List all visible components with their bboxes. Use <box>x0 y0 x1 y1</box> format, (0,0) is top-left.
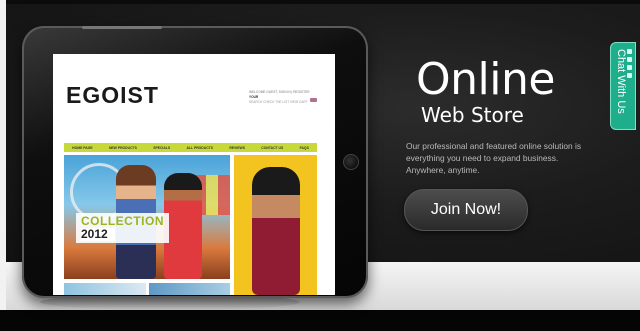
thumbnail-image[interactable] <box>149 283 230 295</box>
chat-with-us-tab[interactable]: Chat With Us <box>610 42 636 130</box>
thumbnail-image[interactable] <box>64 283 146 295</box>
store-nav-item[interactable]: FAQS <box>300 146 309 150</box>
featured-collection-image[interactable]: COLLECTION 2012 <box>64 155 230 279</box>
collection-badge: COLLECTION 2012 <box>76 213 169 243</box>
store-nav-item[interactable]: REVIEWS <box>229 146 245 150</box>
store-header-links: WELCOME GUEST, SIGN IN | REGISTER YOUR S… <box>249 90 310 105</box>
tablet-screen: EGOIST WELCOME GUEST, SIGN IN | REGISTER… <box>53 54 335 295</box>
model-figure <box>252 167 300 295</box>
side-promo-image[interactable] <box>234 155 317 295</box>
store-header-tools[interactable]: SEARCH CHECK THE LIST VIEW CART <box>249 100 310 105</box>
store-nav-item[interactable]: SPECIALS <box>153 146 170 150</box>
chat-icons <box>627 49 632 119</box>
chat-icon <box>627 57 632 62</box>
tablet-home-button <box>343 154 359 170</box>
chat-tab-label: Chat With Us <box>615 49 627 114</box>
collection-year: 2012 <box>81 228 115 241</box>
promo-description: Our professional and featured online sol… <box>406 141 582 175</box>
store-header: EGOIST WELCOME GUEST, SIGN IN | REGISTER… <box>53 54 335 114</box>
tablet-shine <box>82 26 162 29</box>
store-logo[interactable]: EGOIST <box>66 82 159 109</box>
cart-icon[interactable] <box>310 98 317 102</box>
store-nav-item[interactable]: HOME PAGE <box>72 146 92 150</box>
store-nav-item[interactable]: CONTACT US <box>261 146 283 150</box>
model-figure <box>164 173 202 279</box>
bottom-bar <box>0 310 640 331</box>
tablet-device: EGOIST WELCOME GUEST, SIGN IN | REGISTER… <box>22 26 368 298</box>
chat-icon <box>627 73 632 78</box>
join-now-button[interactable]: Join Now! <box>404 189 528 231</box>
store-nav-item[interactable]: NEW PRODUCTS <box>109 146 137 150</box>
promo-title: Online <box>416 54 555 105</box>
store-nav-item[interactable]: ALL PRODUCTS <box>186 146 213 150</box>
promo-subtitle: Web Store <box>421 103 524 127</box>
chat-icon <box>627 65 632 70</box>
chat-icon <box>627 49 632 54</box>
store-nav: HOME PAGE NEW PRODUCTS SPECIALS ALL PROD… <box>64 143 317 152</box>
